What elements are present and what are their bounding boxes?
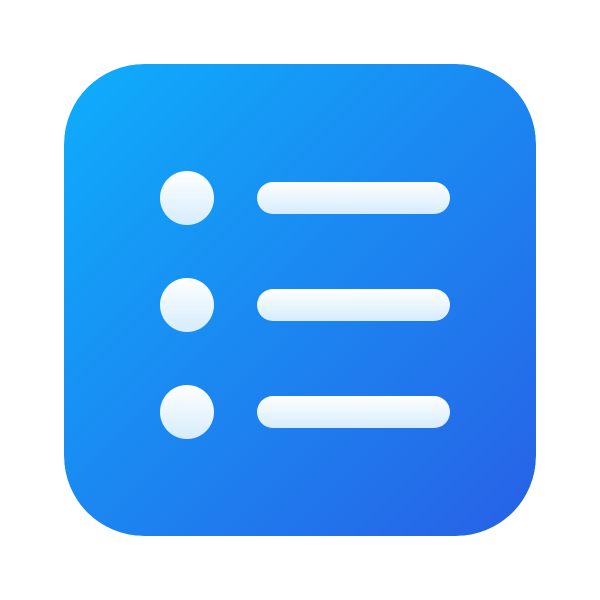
list-glyph [160, 171, 450, 439]
list-line-3 [257, 396, 450, 428]
list-bullet-1 [160, 171, 214, 225]
canvas [0, 0, 600, 600]
list-line-2 [257, 289, 450, 321]
list-line-1 [257, 182, 450, 214]
list-app-icon[interactable] [64, 64, 536, 536]
list-icon [64, 64, 536, 536]
list-bullet-3 [160, 385, 214, 439]
list-bullet-2 [160, 278, 214, 332]
